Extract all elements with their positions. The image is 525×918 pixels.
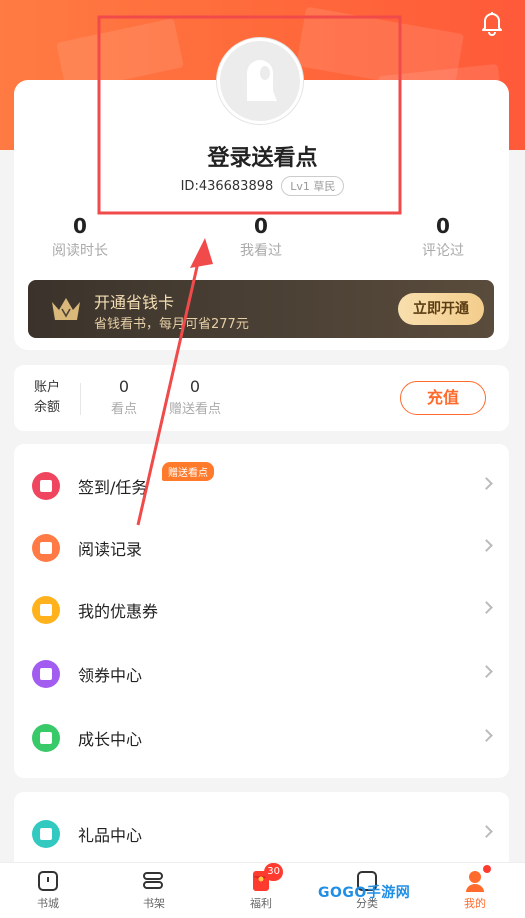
vip-card-banner[interactable]: 开通省钱卡 省钱看书，每月可省277元 立即开通: [28, 280, 494, 338]
coupon-icon: [32, 596, 60, 624]
menu-list-secondary: 礼品中心: [14, 792, 509, 872]
notification-dot: [483, 865, 491, 873]
bottom-nav: 书城 书架 30 福利 分类 我的: [0, 862, 525, 918]
menu-item-reading-history[interactable]: 阅读记录: [14, 520, 509, 576]
nav-mine[interactable]: 我的: [435, 865, 515, 911]
chevron-right-icon: [480, 729, 493, 742]
menu-item-my-coupons[interactable]: 我的优惠券: [14, 582, 509, 638]
nav-bookshelf[interactable]: 书架: [114, 869, 194, 911]
chevron-right-icon: [480, 665, 493, 678]
balance-points[interactable]: 0 看点: [89, 377, 159, 417]
chevron-right-icon: [480, 601, 493, 614]
chevron-right-icon: [480, 539, 493, 552]
watermark-logo: GOGO手游网: [318, 885, 411, 901]
divider: [80, 383, 81, 415]
menu-list: 签到/任务 赠送看点 阅读记录 我的优惠券 领券中心 成长中心: [14, 444, 509, 778]
account-balance-label: 账户 余额: [34, 380, 61, 415]
menu-item-coupon-center[interactable]: 领券中心: [14, 646, 509, 702]
menu-item-checkin-tasks[interactable]: 签到/任务 赠送看点: [14, 458, 509, 514]
balance-card: 账户 余额 0 看点 0 赠送看点 充值: [14, 365, 509, 431]
bookstore-icon: [36, 869, 60, 893]
crown-icon: [52, 298, 80, 320]
bookshelf-icon: [142, 869, 166, 893]
recharge-button[interactable]: 充值: [400, 381, 486, 415]
login-title[interactable]: 登录送看点: [0, 140, 525, 172]
nav-bookstore[interactable]: 书城: [8, 869, 88, 911]
profile-icon: [463, 865, 491, 893]
menu-item-growth-center[interactable]: 成长中心: [14, 710, 509, 766]
stat-viewed[interactable]: 0 我看过: [201, 214, 321, 260]
menu-item-gift-center[interactable]: 礼品中心: [14, 806, 509, 862]
stats-row: 0 阅读时长 0 我看过 0 评论过: [14, 214, 509, 264]
gift-icon: [32, 820, 60, 848]
stat-commented[interactable]: 0 评论过: [383, 214, 503, 260]
book-icon: [32, 534, 60, 562]
chevron-right-icon: [480, 825, 493, 838]
vip-title: 开通省钱卡: [94, 293, 175, 312]
calendar-icon: [32, 472, 60, 500]
nav-welfare[interactable]: 30 福利: [221, 863, 301, 911]
bonus-badge: 赠送看点: [162, 462, 214, 481]
stat-reading-time[interactable]: 0 阅读时长: [20, 214, 140, 260]
flag-icon: [32, 660, 60, 688]
level-badge: Lv1 草民: [281, 176, 345, 196]
star-icon: [32, 724, 60, 752]
open-vip-button[interactable]: 立即开通: [398, 293, 484, 325]
bell-icon[interactable]: [479, 10, 505, 36]
count-badge: 30: [264, 863, 283, 881]
default-avatar-icon[interactable]: [217, 38, 303, 124]
vip-subtitle: 省钱看书，每月可省277元: [94, 317, 249, 332]
user-id: ID:436683898: [180, 178, 274, 194]
red-envelope-icon: 30: [249, 863, 283, 893]
balance-gift-points[interactable]: 0 赠送看点: [160, 377, 230, 417]
chevron-right-icon: [480, 477, 493, 490]
